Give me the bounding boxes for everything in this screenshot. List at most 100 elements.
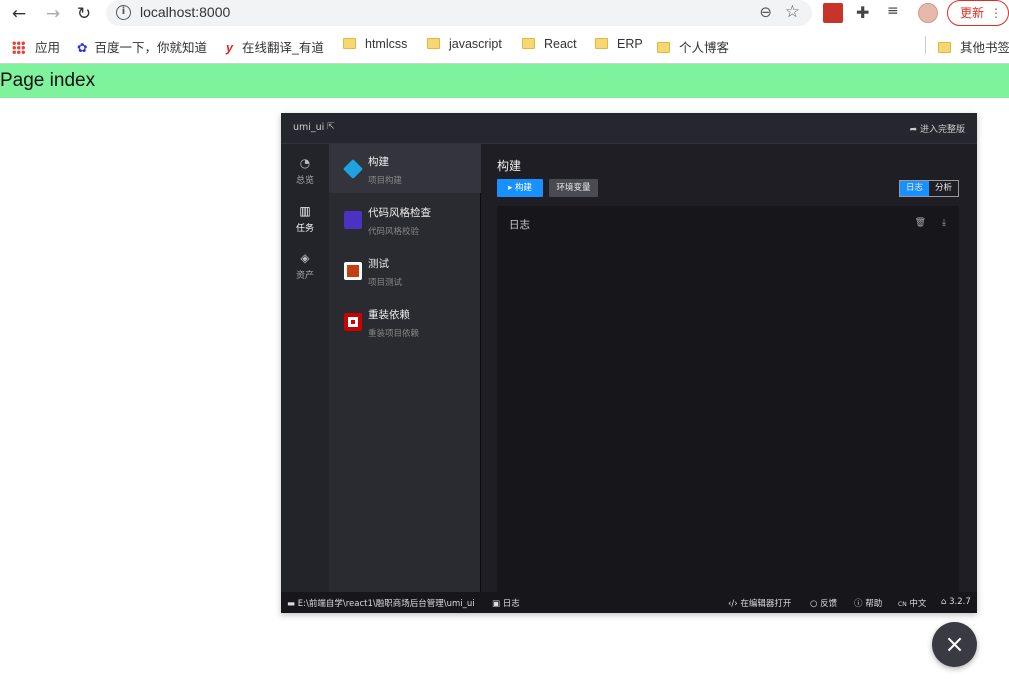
task-list: 构建 项目构建 代码风格检查 代码风格校验 测试 项目测试 重装依赖 重装项目依…	[329, 144, 481, 592]
forward-icon[interactable]: →	[42, 3, 64, 25]
media-queue-icon[interactable]: ≡	[887, 3, 907, 23]
bookmark-star-icon[interactable]: ☆	[785, 2, 800, 22]
youdao-y-icon: y	[226, 41, 233, 55]
url-text[interactable]: localhost:8000	[140, 4, 230, 20]
folder-icon	[522, 38, 535, 49]
switch-project-icon[interactable]: ⇱	[327, 122, 335, 132]
task-title: 代码风格检查	[368, 207, 431, 219]
site-info-icon[interactable]: i	[116, 5, 131, 20]
dashboard-icon: ◔	[299, 156, 311, 170]
bookmark-youdao[interactable]: y 在线翻译_有道	[226, 37, 324, 56]
version-tag: ⌂ 3.2.7	[941, 597, 971, 607]
terminal-icon: ▣	[492, 599, 503, 609]
extensions-puzzle-icon[interactable]: ✚	[856, 3, 876, 23]
task-detail: 构建 ▸ 构建 环境变量 日志 分析 日志 🗑 ⤓	[482, 144, 977, 592]
task-title: 测试	[368, 258, 389, 270]
trash-icon[interactable]: 🗑	[915, 218, 926, 228]
feedback-label: 反馈	[820, 599, 838, 609]
bookmark-label: 百度一下，你就知道	[94, 41, 207, 55]
baidu-paw-icon: ✿	[77, 41, 88, 55]
address-bar[interactable]: i localhost:8000 ⊖ ☆	[106, 0, 812, 26]
chat-icon: ○	[810, 599, 821, 609]
close-icon: ×	[944, 630, 965, 658]
bookmark-label: 其他书签	[960, 41, 1009, 55]
bookmark-folder-react[interactable]: React	[522, 37, 577, 51]
build-button[interactable]: ▸ 构建	[497, 179, 543, 197]
share-arrow-icon: ➦	[909, 125, 920, 135]
view-switch: 日志 分析	[899, 180, 959, 197]
tag-icon: ⌂	[941, 597, 950, 607]
download-icon[interactable]: ⤓	[942, 218, 946, 228]
language-switch[interactable]: CN 中文	[898, 597, 926, 609]
log-title: 日志	[509, 219, 530, 231]
log-panel: 日志 🗑 ⤓	[497, 206, 959, 592]
project-path[interactable]: ▬ E:\前端自学\react1\融职商场后台管理\umi_ui	[287, 597, 475, 609]
task-lint[interactable]: 代码风格检查 代码风格校验	[329, 195, 481, 244]
bookmark-label: 应用	[35, 41, 61, 55]
full-version-link[interactable]: ➦ 进入完整版	[910, 122, 965, 135]
nav-label: 任务	[295, 224, 314, 234]
bookmark-label: ERP	[617, 37, 643, 51]
eslint-icon	[344, 211, 362, 229]
update-label: 更新	[960, 6, 985, 20]
page-title: Page index	[0, 64, 1009, 98]
nav-label: 资产	[295, 271, 314, 281]
bookmark-folder-javascript[interactable]: javascript	[427, 37, 502, 51]
zoom-icon[interactable]: ⊖	[759, 3, 772, 21]
folder-icon	[595, 38, 608, 49]
feedback-link[interactable]: ○ 反馈	[810, 597, 837, 609]
task-build[interactable]: 构建 项目构建	[329, 144, 481, 193]
apps-grid-icon	[12, 41, 25, 54]
build-button-label: 构建	[514, 183, 532, 193]
extension-red-icon[interactable]	[823, 3, 843, 23]
task-subtitle: 代码风格校验	[368, 227, 420, 237]
bookmarks-bar: 应用 ✿ 百度一下，你就知道 y 在线翻译_有道 htmlcss javascrip…	[0, 32, 1009, 60]
bookmark-folder-blog[interactable]: 个人博客	[657, 37, 729, 56]
menu-dots-icon[interactable]: ⋮	[990, 1, 1002, 25]
bookmark-baidu[interactable]: ✿ 百度一下，你就知道	[77, 37, 207, 56]
help-icon: ⓘ	[854, 599, 866, 609]
folder-icon: ▬	[287, 599, 298, 609]
task-reinstall[interactable]: 重装依赖 重装项目依赖	[329, 297, 481, 346]
back-icon[interactable]: ←	[8, 3, 30, 25]
folder-icon	[427, 38, 440, 49]
bookmark-label: 在线翻译_有道	[241, 41, 324, 55]
reload-icon[interactable]: ↻	[73, 3, 95, 25]
npm-icon	[344, 313, 362, 331]
tab-analyze[interactable]: 分析	[929, 181, 958, 196]
folder-icon	[343, 38, 356, 49]
task-title: 构建	[368, 156, 389, 168]
bookmark-label: javascript	[449, 37, 502, 51]
folder-icon	[657, 42, 670, 53]
help-link[interactable]: ⓘ 帮助	[854, 597, 882, 609]
tab-log[interactable]: 日志	[900, 181, 929, 196]
update-button[interactable]: 更新 ⋮	[947, 0, 1009, 26]
profile-avatar[interactable]	[918, 3, 938, 23]
bookmark-folder-erp[interactable]: ERP	[595, 37, 643, 51]
task-test[interactable]: 测试 项目测试	[329, 246, 481, 295]
layers-icon: ◈	[300, 251, 310, 265]
footer-log[interactable]: ▣ 日志	[492, 597, 520, 609]
play-icon: ▸	[508, 183, 515, 193]
project-path-text: E:\前端自学\react1\融职商场后台管理\umi_ui	[297, 599, 475, 609]
help-label: 帮助	[865, 599, 883, 609]
nav-item-overview[interactable]: ◔ 总览	[281, 156, 329, 186]
task-title: 重装依赖	[368, 309, 410, 321]
bookmark-folder-htmlcss[interactable]: htmlcss	[343, 37, 407, 51]
bookmark-folder-other[interactable]: 其他书签	[938, 37, 1009, 56]
version-text: 3.2.7	[949, 597, 971, 607]
umi-header: umi_ui ⇱ ➦ 进入完整版	[281, 113, 977, 144]
nav-item-assets[interactable]: ◈ 资产	[281, 251, 329, 281]
bookmark-apps[interactable]: 应用	[12, 37, 60, 56]
open-in-editor[interactable]: ‹/› 在编辑器打开	[728, 597, 791, 609]
close-button[interactable]: ×	[932, 622, 977, 667]
cube-build-icon	[343, 159, 363, 179]
task-board-icon: ▥	[299, 204, 311, 218]
task-subtitle: 重装项目依赖	[368, 329, 420, 339]
lang-label: 中文	[909, 599, 927, 609]
project-name[interactable]: umi_ui	[293, 122, 324, 133]
umi-side-nav: ◔ 总览 ▥ 任务 ◈ 资产	[281, 144, 329, 592]
nav-item-tasks[interactable]: ▥ 任务	[281, 204, 329, 234]
bookmarks-separator	[925, 36, 926, 54]
env-vars-button[interactable]: 环境变量	[549, 179, 598, 197]
